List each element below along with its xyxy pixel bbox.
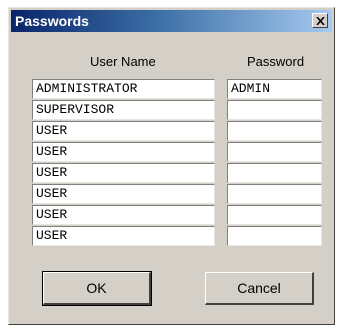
password-field[interactable] xyxy=(227,184,322,204)
user-name-field[interactable]: USER xyxy=(32,205,215,225)
user-name-header: User Name xyxy=(90,54,156,69)
user-name-field[interactable]: USER xyxy=(32,184,215,204)
password-field[interactable] xyxy=(227,163,322,183)
close-button[interactable] xyxy=(312,13,328,28)
user-name-field[interactable]: USER xyxy=(32,121,215,141)
user-name-list: ADMINISTRATOR SUPERVISOR USER USER USER … xyxy=(32,79,215,247)
passwords-dialog: Passwords User Name Password ADMINISTRAT… xyxy=(8,7,335,325)
dialog-title: Passwords xyxy=(15,13,89,29)
password-field[interactable] xyxy=(227,226,322,246)
password-field[interactable] xyxy=(227,121,322,141)
user-name-field[interactable]: USER xyxy=(32,142,215,162)
password-field[interactable]: ADMIN xyxy=(227,79,322,99)
password-field[interactable] xyxy=(227,142,322,162)
cancel-button[interactable]: Cancel xyxy=(205,272,314,305)
password-header: Password xyxy=(247,54,305,69)
password-field[interactable] xyxy=(227,205,322,225)
user-name-field[interactable]: USER xyxy=(32,226,215,246)
ok-button[interactable]: OK xyxy=(42,271,152,306)
password-list: ADMIN xyxy=(227,79,322,247)
title-bar: Passwords xyxy=(11,10,332,32)
user-name-field[interactable]: ADMINISTRATOR xyxy=(32,79,215,99)
user-name-field[interactable]: USER xyxy=(32,163,215,183)
password-field[interactable] xyxy=(227,100,322,120)
close-icon xyxy=(315,16,325,25)
user-name-field[interactable]: SUPERVISOR xyxy=(32,100,215,120)
